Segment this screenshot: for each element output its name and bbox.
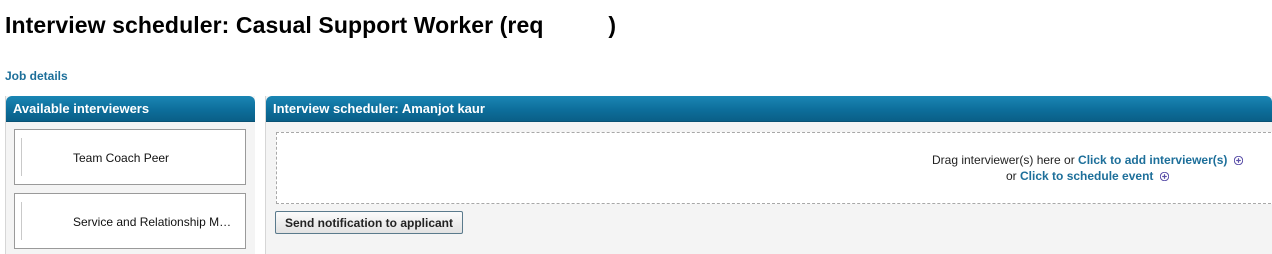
interview-scheduler-panel: Interview scheduler: Amanjot kaur Drag i… xyxy=(265,96,1272,254)
available-interviewers-header: Available interviewers xyxy=(6,96,255,122)
schedule-event-link[interactable]: Click to schedule event xyxy=(1020,169,1153,183)
interview-scheduler-header: Interview scheduler: Amanjot kaur xyxy=(266,96,1272,122)
plus-icon[interactable] xyxy=(1160,172,1170,181)
interviewer-card-team-coach-peer[interactable]: Team Coach Peer xyxy=(14,129,246,185)
interviewer-list: Team Coach Peer Service and Relationship… xyxy=(6,122,255,249)
drop-instructions: Drag interviewer(s) here or Click to add… xyxy=(932,153,1244,167)
add-interviewers-link[interactable]: Click to add interviewer(s) xyxy=(1078,153,1227,167)
drop-text: Drag interviewer(s) here or xyxy=(932,153,1079,167)
interviewer-name: Service and Relationship Manager xyxy=(73,215,237,229)
interviewer-name: Team Coach Peer xyxy=(73,151,170,165)
schedule-instructions: or Click to schedule event xyxy=(1006,169,1170,183)
job-details-link[interactable]: Job details xyxy=(5,69,68,83)
or-text: or xyxy=(1006,169,1021,183)
send-notification-button[interactable]: Send notification to applicant xyxy=(275,211,463,234)
available-interviewers-panel: Available interviewers Team Coach Peer S… xyxy=(5,96,255,254)
page-title: Interview scheduler: Casual Support Work… xyxy=(5,12,617,38)
plus-icon[interactable] xyxy=(1234,156,1244,165)
interviewer-drop-zone[interactable]: Drag interviewer(s) here or Click to add… xyxy=(276,132,1272,204)
interviewer-card-service-relationship-manager[interactable]: Service and Relationship Manager xyxy=(14,193,246,249)
drag-handle[interactable] xyxy=(21,202,22,240)
drag-handle[interactable] xyxy=(21,138,22,176)
